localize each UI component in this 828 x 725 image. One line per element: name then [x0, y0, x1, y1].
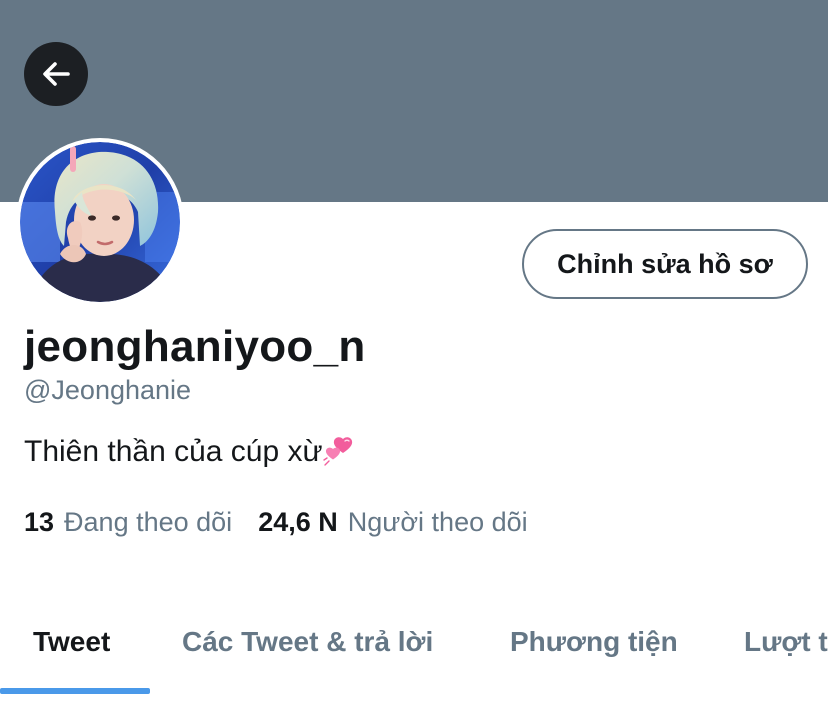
avatar[interactable] — [20, 142, 180, 302]
active-tab-indicator — [0, 688, 150, 694]
two-hearts-emoji-icon — [322, 437, 352, 466]
tab-tweets-and-replies[interactable]: Các Tweet & trả lời — [182, 598, 433, 694]
following-label: Đang theo dõi — [64, 507, 233, 537]
tab-likes[interactable]: Lượt thích — [744, 598, 828, 694]
avatar-frame — [16, 138, 184, 306]
followers-stat[interactable]: 24,6 N Người theo dõi — [258, 507, 527, 538]
followers-label: Người theo dõi — [347, 507, 528, 537]
display-name: jeonghaniyoo_n — [24, 322, 366, 371]
tab-media[interactable]: Phương tiện — [510, 598, 678, 694]
back-button[interactable] — [24, 42, 88, 106]
following-count: 13 — [24, 507, 55, 537]
profile-tabs: Tweet Các Tweet & trả lời Phương tiện Lư… — [0, 598, 828, 694]
bio-text: Thiên thần của cúp xừ — [24, 435, 323, 468]
profile-bio: Thiên thần của cúp xừ — [24, 435, 357, 469]
arrow-left-icon — [43, 62, 70, 86]
tab-tweets[interactable]: Tweet — [33, 598, 110, 694]
user-handle: @Jeonghanie — [24, 375, 192, 405]
followers-count: 24,6 N — [258, 507, 338, 537]
follow-stats: 13 Đang theo dõi 24,6 N Người theo dõi — [24, 507, 528, 538]
edit-profile-button[interactable]: Chỉnh sửa hồ sơ — [522, 229, 808, 299]
following-stat[interactable]: 13 Đang theo dõi — [24, 507, 232, 538]
